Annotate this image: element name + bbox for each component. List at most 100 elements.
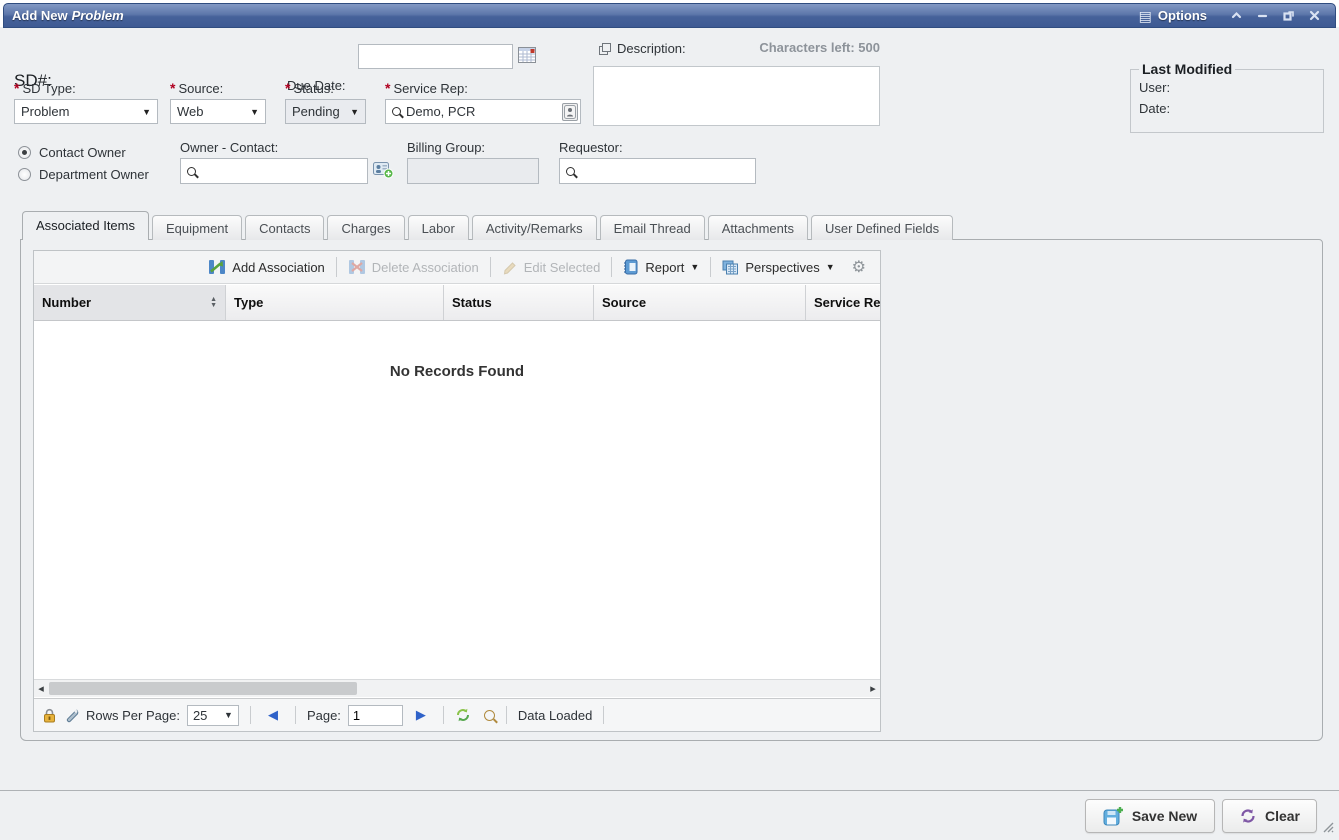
clear-button[interactable]: Clear xyxy=(1222,799,1317,833)
save-new-label: Save New xyxy=(1132,808,1197,824)
associated-items-grid: Add Association Delete Association Edit … xyxy=(33,250,881,732)
bottom-divider xyxy=(0,790,1339,791)
refresh-icon[interactable] xyxy=(455,707,471,723)
dialog-body: SD#: Due Date: Description: Characters l… xyxy=(0,27,1339,840)
toolbar-separator xyxy=(611,257,612,277)
sort-icon[interactable]: ▲▼ xyxy=(204,297,217,309)
add-contact-button[interactable] xyxy=(373,160,394,182)
add-association-button[interactable]: Add Association xyxy=(199,254,334,280)
delete-association-icon xyxy=(348,259,366,275)
search-icon xyxy=(187,167,196,176)
chevron-down-icon: ▼ xyxy=(224,710,233,720)
report-icon xyxy=(623,259,639,275)
prev-page-icon[interactable]: ◀ xyxy=(262,707,284,723)
chevron-down-icon: ▼ xyxy=(350,107,359,117)
options-label: Options xyxy=(1158,8,1207,23)
collapse-button[interactable] xyxy=(1223,6,1249,26)
toolbar-separator xyxy=(710,257,711,277)
delete-association-button: Delete Association xyxy=(339,254,488,280)
requestor-lookup[interactable] xyxy=(559,158,756,184)
tab-activity-remarks[interactable]: Activity/Remarks xyxy=(472,215,597,240)
rows-per-page-label: Rows Per Page: xyxy=(86,708,180,723)
maximize-button[interactable] xyxy=(1275,6,1301,26)
minimize-icon xyxy=(1255,8,1270,23)
footer-separator xyxy=(603,706,604,724)
scroll-left-icon[interactable]: ◂ xyxy=(34,682,48,695)
options-list-icon: ▤ xyxy=(1139,9,1152,23)
tab-contacts[interactable]: Contacts xyxy=(245,215,324,240)
calendar-icon[interactable] xyxy=(518,46,537,67)
add-new-problem-dialog: Add NewProblem ▤ Options SD#: Due Date: … xyxy=(0,0,1339,840)
footer-separator xyxy=(443,706,444,724)
billing-group-input xyxy=(407,158,539,184)
no-records-message: No Records Found xyxy=(34,363,880,380)
rows-per-page-value: 25 xyxy=(193,708,216,723)
horizontal-scrollbar[interactable]: ◂ ▸ xyxy=(34,679,880,697)
resize-grip-icon[interactable] xyxy=(1320,819,1334,836)
page-input[interactable] xyxy=(348,705,403,726)
tab-equipment[interactable]: Equipment xyxy=(152,215,242,240)
dialog-title: Add NewProblem xyxy=(12,8,124,23)
search-icon xyxy=(566,167,575,176)
scroll-right-icon[interactable]: ▸ xyxy=(866,682,880,695)
add-association-label: Add Association xyxy=(232,260,325,275)
tab-user-defined-fields[interactable]: User Defined Fields xyxy=(811,215,953,240)
close-button[interactable] xyxy=(1301,6,1327,26)
title-prefix: Add New xyxy=(12,8,68,23)
column-header-status[interactable]: Status xyxy=(444,285,594,320)
person-picker-button[interactable] xyxy=(562,103,578,121)
scrollbar-thumb[interactable] xyxy=(49,682,357,695)
column-header-type[interactable]: Type xyxy=(226,285,444,320)
last-modified-user-label: User: xyxy=(1139,77,1170,98)
rows-per-page-select[interactable]: 25 ▼ xyxy=(187,705,239,726)
column-header-number[interactable]: Number ▲▼ xyxy=(34,285,226,320)
sd-type-value: Problem xyxy=(21,104,138,119)
contact-owner-radio[interactable]: Contact Owner xyxy=(18,145,126,160)
tab-associated-items[interactable]: Associated Items xyxy=(22,211,149,240)
clear-label: Clear xyxy=(1265,808,1300,824)
options-button[interactable]: ▤ Options xyxy=(1139,8,1207,23)
billing-group-label: Billing Group: xyxy=(407,140,485,155)
magnifier-icon[interactable] xyxy=(484,710,495,721)
footer-separator xyxy=(250,706,251,724)
page-label: Page: xyxy=(307,708,341,723)
grid-header-row: Number ▲▼ Type Status Source Service Re xyxy=(34,285,880,321)
status-label: *Status: xyxy=(285,80,334,96)
column-header-service-rep[interactable]: Service Re xyxy=(806,285,880,320)
source-select[interactable]: Web ▼ xyxy=(170,99,266,124)
footer-separator xyxy=(295,706,296,724)
footer-separator xyxy=(506,706,507,724)
collapse-chevron-icon xyxy=(1229,8,1244,23)
service-rep-value: Demo, PCR xyxy=(406,104,557,119)
sd-type-select[interactable]: Problem ▼ xyxy=(14,99,158,124)
column-header-source[interactable]: Source xyxy=(594,285,806,320)
perspectives-label: Perspectives xyxy=(745,260,819,275)
tab-email-thread[interactable]: Email Thread xyxy=(600,215,705,240)
required-asterisk: * xyxy=(285,80,290,96)
titlebar[interactable]: Add NewProblem ▤ Options xyxy=(3,3,1336,28)
gear-icon[interactable]: ⚙ xyxy=(844,257,874,277)
grid-toolbar: Add Association Delete Association Edit … xyxy=(34,251,880,284)
radio-unselected-icon xyxy=(18,168,31,181)
next-page-icon[interactable]: ▶ xyxy=(410,707,432,723)
wrench-icon[interactable] xyxy=(64,708,79,723)
owner-contact-lookup[interactable] xyxy=(180,158,368,184)
lock-icon[interactable] xyxy=(42,708,57,723)
tab-labor[interactable]: Labor xyxy=(408,215,469,240)
perspectives-menu-button[interactable]: Perspectives ▼ xyxy=(713,254,843,280)
tab-attachments[interactable]: Attachments xyxy=(708,215,808,240)
edit-selected-button: Edit Selected xyxy=(493,254,610,280)
minimize-button[interactable] xyxy=(1249,6,1275,26)
toolbar-separator xyxy=(490,257,491,277)
department-owner-radio[interactable]: Department Owner xyxy=(18,167,149,182)
tab-charges[interactable]: Charges xyxy=(327,215,404,240)
save-new-button[interactable]: Save New xyxy=(1085,799,1215,833)
service-rep-lookup[interactable]: Demo, PCR xyxy=(385,99,581,124)
characters-left-counter: Characters left: 500 xyxy=(593,40,880,55)
report-menu-button[interactable]: Report ▼ xyxy=(614,254,708,280)
last-modified-group: Last Modified User: Date: xyxy=(1130,61,1324,133)
due-date-input[interactable] xyxy=(358,44,513,69)
description-textarea[interactable] xyxy=(593,66,880,126)
status-select[interactable]: Pending ▼ xyxy=(285,99,366,124)
person-picker-icon xyxy=(564,105,576,119)
